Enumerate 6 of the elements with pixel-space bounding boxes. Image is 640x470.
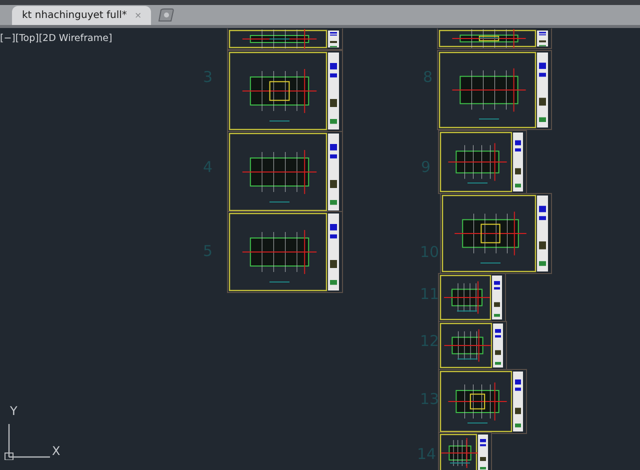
new-tab-icon[interactable]	[157, 8, 176, 22]
x-axis-label: X	[52, 444, 60, 458]
y-axis-label: Y	[10, 404, 18, 418]
ucs-axes-icon	[4, 424, 50, 460]
document-tab[interactable]: kt nhachinguyet full* ×	[12, 6, 152, 25]
viewport-label[interactable]: [−][Top][2D Wireframe]	[0, 33, 112, 44]
